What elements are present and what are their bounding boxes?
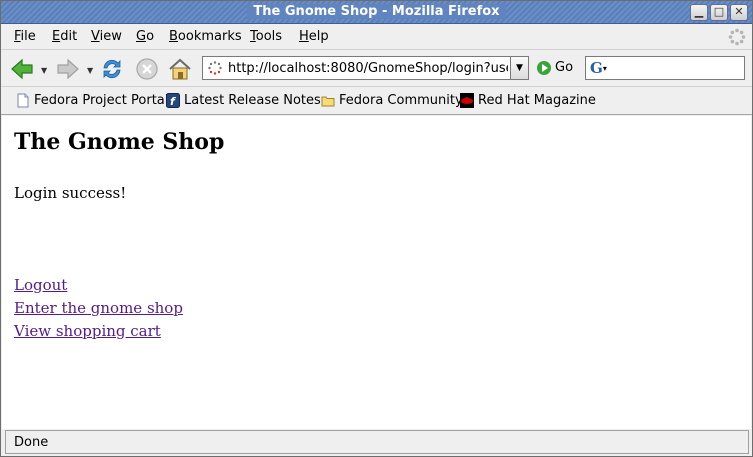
- home-icon[interactable]: [167, 56, 193, 82]
- go-button[interactable]: Go: [537, 60, 573, 75]
- search-bar[interactable]: G▾: [585, 56, 745, 80]
- view-cart-link[interactable]: View shopping cart: [14, 322, 161, 340]
- folder-icon: [321, 96, 335, 107]
- url-history-dropdown[interactable]: ▼: [510, 57, 528, 79]
- close-button[interactable]: ✕: [730, 4, 748, 21]
- page-content: The Gnome Shop Login success! Logout Ent…: [2, 116, 751, 429]
- browser-window: The Gnome Shop - Mozilla Firefox ▁ □ ✕ F…: [0, 0, 753, 457]
- menu-tools[interactable]: Tools: [250, 29, 282, 44]
- status-text: Done: [14, 435, 49, 450]
- reload-icon[interactable]: [99, 56, 125, 82]
- status-bar: Done: [5, 430, 749, 454]
- menu-file[interactable]: File: [14, 29, 36, 44]
- redhat-icon: [460, 93, 474, 108]
- loading-icon: [208, 61, 222, 75]
- menu-help[interactable]: Help: [299, 29, 329, 44]
- page-icon: [17, 93, 29, 108]
- menu-edit[interactable]: Edit: [52, 29, 77, 44]
- bookmark-red-hat-magazine[interactable]: Red Hat Magazine: [460, 93, 596, 108]
- menu-bookmarks[interactable]: Bookmarks: [169, 29, 242, 44]
- page-title: The Gnome Shop: [14, 129, 225, 155]
- window-controls: ▁ □ ✕: [690, 4, 748, 21]
- go-icon: [537, 60, 551, 75]
- fedora-icon: f: [166, 93, 180, 108]
- bookmark-latest-release-notes[interactable]: f Latest Release Notes: [166, 93, 321, 108]
- menu-view[interactable]: View: [91, 29, 122, 44]
- menu-bar: File Edit View Go Bookmarks Tools Help: [1, 25, 752, 50]
- google-search-engine-icon[interactable]: G▾: [590, 60, 608, 76]
- forward-icon[interactable]: [55, 56, 81, 82]
- throbber-icon: [728, 28, 746, 46]
- bookmark-fedora-community[interactable]: Fedora Community: [321, 93, 463, 108]
- menu-go[interactable]: Go: [136, 29, 154, 44]
- url-input[interactable]: [228, 59, 508, 77]
- forward-history-dropdown[interactable]: ▼: [87, 66, 93, 75]
- enter-shop-link[interactable]: Enter the gnome shop: [14, 299, 183, 317]
- stop-icon[interactable]: [134, 56, 160, 82]
- back-history-dropdown[interactable]: ▼: [41, 66, 47, 75]
- navigation-toolbar: ▼ ▼ ▼ Go: [1, 51, 752, 87]
- logout-link[interactable]: Logout: [14, 276, 67, 294]
- bookmarks-toolbar: Fedora Project Portal f Latest Release N…: [1, 88, 752, 115]
- login-status-message: Login success!: [14, 184, 127, 202]
- minimize-button[interactable]: ▁: [690, 4, 708, 21]
- title-bar[interactable]: The Gnome Shop - Mozilla Firefox ▁ □ ✕: [1, 1, 752, 24]
- window-title: The Gnome Shop - Mozilla Firefox: [1, 4, 752, 19]
- bookmark-fedora-project-portal[interactable]: Fedora Project Portal: [16, 93, 168, 108]
- back-icon[interactable]: [9, 56, 35, 82]
- maximize-button[interactable]: □: [710, 4, 728, 21]
- address-bar: ▼: [202, 56, 529, 80]
